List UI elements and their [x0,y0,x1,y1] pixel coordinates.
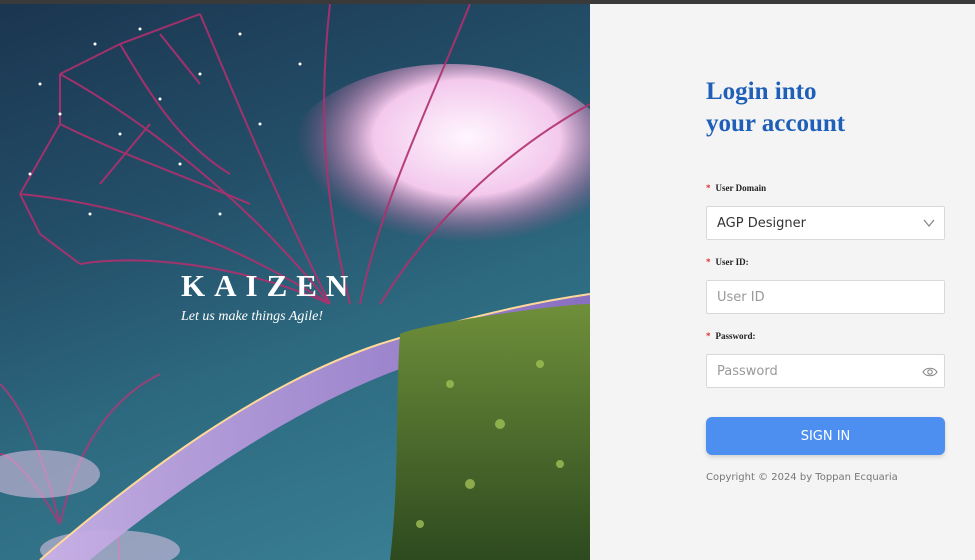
user-id-label-text: User ID: [715,257,749,267]
user-id-field [706,280,945,314]
sign-in-button[interactable]: SIGN IN [706,417,945,455]
user-domain-label-text: User Domain [715,183,767,193]
login-panel: Login into your account * User Domain AGP… [590,4,975,560]
user-id-label: * User ID: [706,257,749,267]
login-title: Login into your account [706,76,956,140]
password-label: * Password: [706,331,756,341]
user-domain-label: * User Domain [706,183,766,193]
password-field [706,354,945,388]
password-label-text: Password: [715,331,756,341]
brand-tagline: Let us make things Agile! [181,309,324,324]
chevron-down-icon [923,219,935,228]
required-mark: * [706,331,711,341]
required-mark: * [706,257,711,267]
copyright-text: Copyright © 2024 by Toppan Ecquaria [706,472,898,483]
brand-name: KAIZEN [181,268,358,303]
window-top-bar [0,0,975,4]
eye-icon[interactable] [922,364,938,380]
hero-image: KAIZEN Let us make things Agile! [0,4,590,560]
user-domain-value: AGP Designer [717,216,806,231]
login-title-line1: Login into [706,78,817,105]
required-mark: * [706,183,711,193]
user-domain-select[interactable]: AGP Designer [706,206,945,240]
user-id-input[interactable] [707,281,944,313]
password-input[interactable] [707,355,944,387]
login-title-line2: your account [706,110,846,137]
